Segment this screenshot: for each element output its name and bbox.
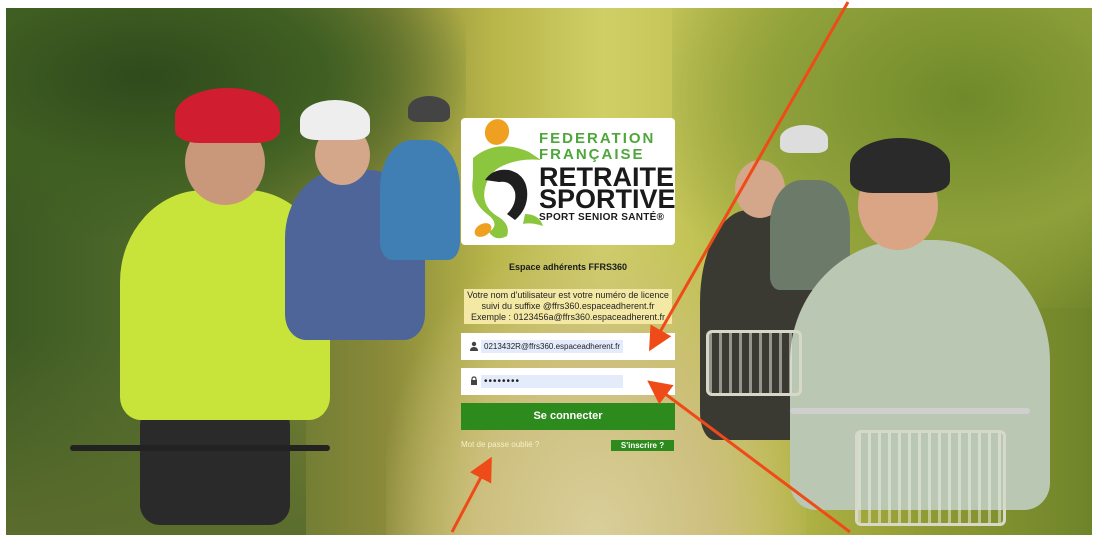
logo-line-federation: FEDERATION xyxy=(539,130,656,147)
ffrs-logo: FEDERATION FRANÇAISE RETRAITE SPORTIVE S… xyxy=(461,118,676,245)
login-heading: Espace adhérents FFRS360 xyxy=(508,262,628,272)
lock-icon xyxy=(471,376,477,385)
screenshot: FEDERATION FRANÇAISE RETRAITE SPORTIVE S… xyxy=(0,0,1098,535)
user-icon xyxy=(470,341,478,351)
signup-button[interactable]: S'inscrire ? xyxy=(611,440,674,451)
logo-tagline: SPORT SENIOR SANTÉ® xyxy=(539,212,665,223)
info-line-2: suivi du suffixe @ffrs360.espaceadherent… xyxy=(481,301,655,311)
password-field[interactable]: •••••••• xyxy=(461,368,675,395)
info-line-3: Exemple : 0123456a@ffrs360.espaceadheren… xyxy=(470,312,666,322)
username-info-box: Votre nom d'utilisateur est votre numéro… xyxy=(464,289,672,324)
logo-line-francaise: FRANÇAISE xyxy=(539,146,645,163)
info-line-1: Votre nom d'utilisateur est votre numéro… xyxy=(467,290,669,300)
username-field[interactable]: 0213432R@ffrs360.espaceadherent.fr xyxy=(461,333,675,360)
username-input[interactable]: 0213432R@ffrs360.espaceadherent.fr xyxy=(481,340,624,353)
forgot-password-link[interactable]: Mot de passe oublié ? xyxy=(461,440,539,449)
logo-line-sportive: SPORTIVE xyxy=(539,184,676,214)
password-input[interactable]: •••••••• xyxy=(481,375,623,388)
connect-button[interactable]: Se connecter xyxy=(461,403,675,430)
